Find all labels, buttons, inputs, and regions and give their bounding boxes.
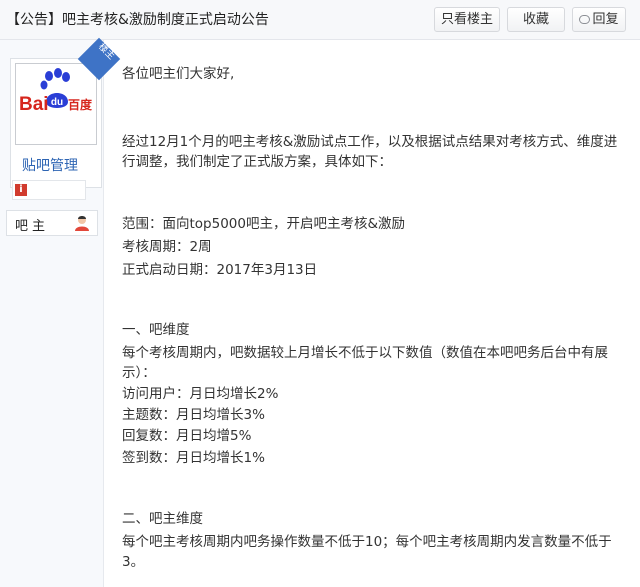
section-1-item: 主题数：月日均增长3% (122, 407, 265, 423)
cycle-line: 考核周期：2周 (122, 239, 212, 255)
section-1-item: 访问用户：月日均增长2% (122, 386, 279, 402)
section-1-item: 签到数：月日均增长1% (122, 450, 265, 466)
intro-paragraph: 经过12月1个月的吧主考核&激励试点工作，以及根据试点结果对考核方式、维度进行调… (122, 134, 618, 170)
author-info-row: i (12, 180, 86, 200)
reply-label: 回复 (592, 12, 619, 27)
logo-text-bai: Bai (19, 94, 49, 115)
baidu-logo-icon: du Bai 百度 (19, 68, 93, 115)
post-header: 【公告】吧主考核&激励制度正式启动公告 只看楼主 收藏 回复 (0, 0, 640, 40)
section-1-item: 回复数：月日均增5% (122, 428, 252, 444)
speech-bubble-icon (579, 15, 591, 24)
section-1-desc: 每个考核周期内，吧数据较上月增长不低于以下数值（数值在本吧吧务后台中有展示）： (122, 345, 608, 381)
svg-text:du: du (51, 97, 63, 108)
info-icon[interactable]: i (15, 184, 27, 196)
only-lz-button[interactable]: 只看楼主 (434, 7, 500, 32)
author-name[interactable]: 贴吧管理 (22, 155, 78, 175)
section-2-title: 二、吧主维度 (122, 511, 203, 527)
scope-line: 范围：面向top5000吧主，开启吧主考核&激励 (122, 216, 406, 232)
start-date-line: 正式启动日期：2017年3月13日 (122, 262, 318, 278)
role-label: 吧主 (15, 219, 50, 234)
greeting: 各位吧主们大家好, (122, 66, 235, 82)
reply-button[interactable]: 回复 (572, 7, 626, 32)
logo-text-baidu: 百度 (68, 97, 93, 112)
author-role-row: 吧主 (6, 210, 98, 236)
post-title: 【公告】吧主考核&激励制度正式启动公告 (6, 12, 269, 28)
author-sidebar: du Bai 百度 楼主 贴吧管理 i 吧主 (0, 37, 121, 587)
bazhu-person-icon (75, 216, 89, 231)
section-2-desc: 每个吧主考核周期内吧务操作数量不低于10；每个吧主考核周期内发言数量不低于3。 (122, 534, 612, 570)
avatar[interactable]: du Bai 百度 (15, 63, 97, 145)
section-1-title: 一、吧维度 (122, 322, 190, 338)
collect-button[interactable]: 收藏 (507, 7, 565, 32)
